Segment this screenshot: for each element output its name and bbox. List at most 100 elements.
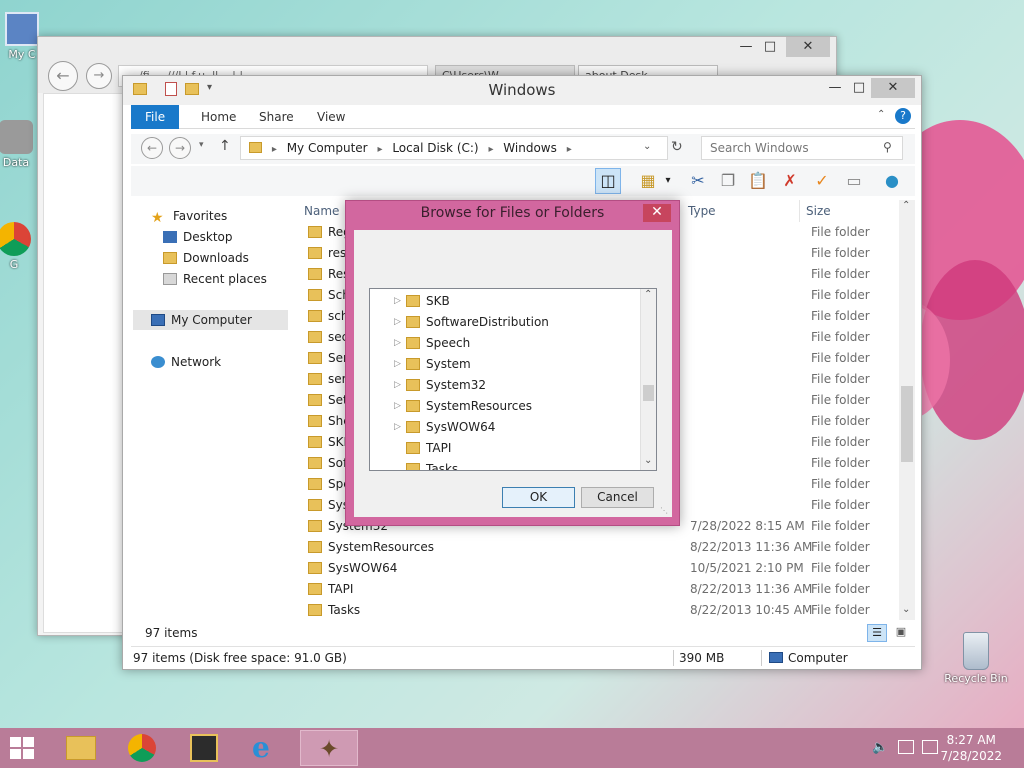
- nav-downloads[interactable]: Downloads: [163, 248, 249, 268]
- address-dropdown-icon[interactable]: ⌄: [643, 141, 651, 152]
- chrome-icon: [128, 734, 156, 762]
- close-button[interactable]: ✕: [871, 78, 915, 98]
- nav-favorites[interactable]: ★ Favorites: [151, 206, 227, 226]
- ie-close-button[interactable]: ✕: [786, 37, 830, 57]
- back-button[interactable]: ←: [141, 137, 163, 159]
- dialog-close-button[interactable]: ✕: [643, 204, 671, 222]
- file-list-scrollbar[interactable]: ⌃ ⌄: [899, 200, 915, 620]
- tree-folder-item[interactable]: ▷ System: [394, 354, 471, 375]
- column-header-size[interactable]: Size: [800, 200, 880, 222]
- tree-scrollbar[interactable]: ⌃ ⌄: [640, 289, 656, 470]
- rename-check-icon[interactable]: ✓: [809, 168, 835, 194]
- expand-arrow-icon[interactable]: ▷: [394, 417, 401, 438]
- search-input[interactable]: Search Windows: [701, 136, 903, 160]
- recent-locations-icon[interactable]: ▾: [199, 140, 204, 150]
- tree-folder-item[interactable]: ▷ SKB: [394, 291, 450, 312]
- taskbar-clock[interactable]: 8:27 AM 7/28/2022: [940, 732, 1002, 764]
- breadcrumb-separator[interactable]: ▸: [488, 144, 493, 155]
- taskbar-app[interactable]: [176, 730, 234, 766]
- delete-icon[interactable]: ✗: [777, 168, 803, 194]
- ie-back-button[interactable]: ←: [48, 61, 78, 91]
- nav-my-computer[interactable]: My Computer: [133, 310, 288, 330]
- scrollbar-thumb[interactable]: [643, 385, 654, 401]
- expand-arrow-icon[interactable]: ▷: [394, 312, 401, 333]
- tab-file[interactable]: File: [131, 105, 180, 129]
- large-icons-view-button[interactable]: ▣: [891, 624, 911, 642]
- expand-arrow-icon[interactable]: ▷: [394, 291, 401, 312]
- properties-icon[interactable]: ▭: [841, 168, 867, 194]
- folder-icon: [308, 478, 322, 490]
- cut-icon[interactable]: ✂: [685, 168, 711, 194]
- scroll-down-icon[interactable]: ⌄: [902, 604, 910, 615]
- scrollbar-thumb[interactable]: [901, 386, 913, 462]
- globe-icon[interactable]: ●: [879, 168, 905, 194]
- address-bar[interactable]: ▸ My Computer ▸ Local Disk (C:) ▸ Window…: [240, 136, 668, 160]
- ok-button[interactable]: OK: [502, 487, 575, 508]
- up-arrow-icon[interactable]: ↑: [219, 138, 231, 154]
- desktop-icon-recycle-bin[interactable]: Recycle Bin: [940, 632, 1012, 685]
- dropdown-icon[interactable]: ▾: [661, 168, 675, 194]
- preview-pane-icon[interactable]: ◫: [595, 168, 621, 194]
- taskbar-internet-explorer[interactable]: e: [238, 730, 296, 766]
- expand-arrow-icon[interactable]: ▷: [394, 396, 401, 417]
- ie-forward-button[interactable]: →: [86, 63, 112, 89]
- tree-folder-item[interactable]: TAPI: [406, 438, 451, 459]
- forward-button[interactable]: →: [169, 137, 191, 159]
- file-type: File folder: [811, 540, 870, 554]
- action-center-icon[interactable]: [922, 740, 938, 754]
- paste-icon[interactable]: 📋: [745, 168, 771, 194]
- tab-home[interactable]: Home: [187, 105, 250, 129]
- nav-desktop[interactable]: Desktop: [163, 227, 233, 247]
- file-type: File folder: [811, 561, 870, 575]
- tree-folder-item[interactable]: ▷ Speech: [394, 333, 470, 354]
- ribbon: File Home Share View ⌃ ?: [131, 105, 915, 129]
- tab-share[interactable]: Share: [245, 105, 308, 129]
- breadcrumb-windows[interactable]: Windows: [503, 141, 557, 155]
- breadcrumb-separator[interactable]: ▸: [272, 144, 277, 155]
- search-icon[interactable]: ⚲: [883, 140, 892, 154]
- folder-tree[interactable]: ▷ SKB ▷ SoftwareDistribution ▷ Speech ▷ System ▷…: [369, 288, 657, 471]
- nav-recent-places[interactable]: Recent places: [163, 269, 267, 289]
- tab-view[interactable]: View: [303, 105, 359, 129]
- column-header-type[interactable]: Type: [682, 200, 800, 222]
- breadcrumb-local-disk[interactable]: Local Disk (C:): [392, 141, 478, 155]
- taskbar-file-explorer[interactable]: [52, 730, 110, 766]
- help-icon[interactable]: ?: [895, 108, 911, 124]
- file-row[interactable]: SystemResources 8/22/2013 11:36 AM File fo…: [298, 537, 898, 558]
- file-row[interactable]: SysWOW64 10/5/2021 2:10 PM File folder: [298, 558, 898, 579]
- tree-folder-item[interactable]: ▷ SystemResources: [394, 396, 532, 417]
- file-row[interactable]: Tasks 8/22/2013 10:45 AM File folder: [298, 600, 898, 620]
- tree-folder-item[interactable]: ▷ System32: [394, 375, 486, 396]
- taskbar: e ✦ 🔈 8:27 AM 7/28/2022: [0, 728, 1024, 768]
- nav-network[interactable]: Network: [151, 352, 221, 372]
- taskbar-wand-app[interactable]: ✦: [300, 730, 358, 766]
- item-count: 97 items: [145, 626, 198, 640]
- copy-icon[interactable]: ❐: [715, 168, 741, 194]
- file-row[interactable]: TAPI 8/22/2013 11:36 AM File folder: [298, 579, 898, 600]
- breadcrumb-separator[interactable]: ▸: [567, 144, 572, 155]
- taskbar-chrome[interactable]: [114, 730, 172, 766]
- cancel-button[interactable]: Cancel: [581, 487, 654, 508]
- details-view-button[interactable]: ☰: [867, 624, 887, 642]
- ribbon-expand-icon[interactable]: ⌃: [877, 109, 885, 120]
- start-button[interactable]: [8, 736, 38, 760]
- tree-folder-item[interactable]: Tasks: [406, 459, 458, 470]
- new-folder-icon[interactable]: ▦: [635, 168, 661, 194]
- network-status-icon[interactable]: [898, 740, 914, 754]
- refresh-icon[interactable]: ↻: [671, 139, 683, 155]
- expand-arrow-icon[interactable]: ▷: [394, 354, 401, 375]
- scroll-up-icon[interactable]: ⌃: [644, 289, 652, 300]
- resize-grip-icon[interactable]: ⋱: [660, 506, 668, 515]
- expand-arrow-icon[interactable]: ▷: [394, 375, 401, 396]
- wand-icon: ✦: [319, 735, 340, 763]
- folder-icon: [308, 562, 322, 574]
- tree-folder-item[interactable]: ▷ SoftwareDistribution: [394, 312, 549, 333]
- folder-icon: [406, 463, 420, 470]
- scroll-up-icon[interactable]: ⌃: [902, 200, 910, 211]
- breadcrumb-my-computer[interactable]: My Computer: [287, 141, 368, 155]
- scroll-down-icon[interactable]: ⌄: [644, 455, 652, 466]
- expand-arrow-icon[interactable]: ▷: [394, 333, 401, 354]
- tree-folder-item[interactable]: ▷ SysWOW64: [394, 417, 495, 438]
- breadcrumb-separator[interactable]: ▸: [377, 144, 382, 155]
- volume-muted-icon[interactable]: 🔈: [872, 740, 888, 755]
